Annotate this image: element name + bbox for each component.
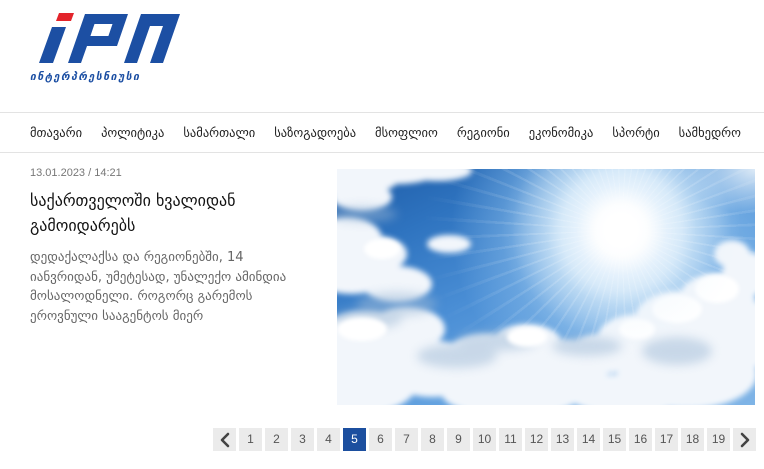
page-link-8[interactable]: 8 [421, 428, 444, 451]
article-image[interactable] [337, 169, 755, 405]
nav-item-society[interactable]: საზოგადოება [274, 125, 356, 140]
page-link-13[interactable]: 13 [551, 428, 574, 451]
nav-item-politics[interactable]: პოლიტიკა [101, 125, 164, 140]
description-line: ეროვნული სააგენტოს მიერ [30, 309, 204, 325]
nav-item-law[interactable]: სამართალი [183, 125, 255, 140]
ipn-logo-mark [39, 13, 180, 63]
chevron-right-icon [740, 432, 749, 447]
page-link-17[interactable]: 17 [655, 428, 678, 451]
sun [337, 169, 755, 405]
page-link-7[interactable]: 7 [395, 428, 418, 451]
page-link-14[interactable]: 14 [577, 428, 600, 451]
next-page-button[interactable] [733, 428, 756, 451]
page-link-9[interactable]: 9 [447, 428, 470, 451]
page-link-10[interactable]: 10 [473, 428, 496, 451]
page-link-11[interactable]: 11 [499, 428, 522, 451]
page-link-2[interactable]: 2 [265, 428, 288, 451]
nav-item-economy[interactable]: ეკონომიკა [529, 125, 594, 140]
article-description: დედაქალაქსა და რეგიონებში, 14 იანვრიდან,… [30, 248, 330, 327]
nav-item-sport[interactable]: სპორტი [612, 125, 659, 140]
nav-item-region[interactable]: რეგიონი [457, 125, 510, 140]
page-link-19[interactable]: 19 [707, 428, 730, 451]
page-link-16[interactable]: 16 [629, 428, 652, 451]
page-link-6[interactable]: 6 [369, 428, 392, 451]
page-link-1[interactable]: 1 [239, 428, 262, 451]
page-link-5[interactable]: 5 [343, 428, 366, 451]
article-datetime: 13.01.2023 / 14:21 [30, 167, 122, 179]
article-title[interactable]: საქართველოში ხვალიდან გამოიდარებს [30, 188, 320, 238]
page-link-4[interactable]: 4 [317, 428, 340, 451]
description-line: დედაქალაქსა და რეგიონებში, 14 [30, 250, 244, 265]
pagination: 1 2 3 4 5 6 7 8 9 10 11 12 13 14 15 16 1… [213, 428, 756, 451]
nav-item-world[interactable]: მსოფლიო [375, 125, 438, 140]
nav-item-military[interactable]: სამხედრო [679, 125, 741, 140]
page-link-12[interactable]: 12 [525, 428, 548, 451]
nav-item-main[interactable]: მთავარი [30, 125, 82, 140]
chevron-left-icon [220, 432, 229, 447]
prev-page-button[interactable] [213, 428, 236, 451]
description-line: იანვრიდან, უმეტესად, უნალექო ამინდია [30, 269, 287, 285]
main-nav: მთავარი პოლიტიკა სამართალი საზოგადოება მ… [0, 112, 764, 153]
description-line: მოსალოდნელი. როგორც გარემოს [30, 289, 253, 305]
page-link-15[interactable]: 15 [603, 428, 626, 451]
page-link-3[interactable]: 3 [291, 428, 314, 451]
site-logo[interactable] [28, 10, 188, 66]
page-link-18[interactable]: 18 [681, 428, 704, 451]
logo-subtitle: ინტერპრესნიუსი [30, 71, 141, 83]
